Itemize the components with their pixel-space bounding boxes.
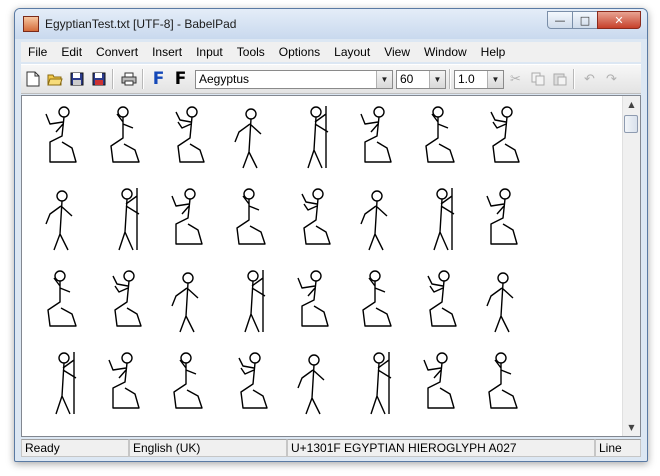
hieroglyph-a009-icon[interactable] [36, 184, 86, 256]
hieroglyph-a003-icon[interactable] [162, 102, 212, 174]
scroll-up-arrow-icon[interactable]: ▲ [623, 96, 640, 113]
menu-convert[interactable]: Convert [89, 45, 145, 59]
undo-icon[interactable]: ↶ [579, 69, 600, 90]
document-editor[interactable]: ▲ ▼ [21, 95, 641, 437]
hieroglyph-a007-icon[interactable] [414, 102, 464, 174]
hieroglyph-a012-icon[interactable] [225, 184, 275, 256]
menu-window[interactable]: Window [417, 45, 474, 59]
hieroglyph-a021-icon[interactable] [288, 266, 338, 338]
hieroglyph-a028-icon[interactable] [225, 348, 275, 420]
chevron-down-icon[interactable]: ▼ [487, 70, 503, 88]
hieroglyph-row [36, 348, 540, 420]
font-name-combo[interactable]: Aegyptus ▼ [195, 69, 393, 89]
font-blue-icon[interactable]: F [148, 69, 169, 90]
toolbar-separator [112, 69, 114, 89]
chevron-down-icon[interactable]: ▼ [429, 70, 445, 88]
save-all-icon[interactable] [88, 69, 109, 90]
status-character-info: U+1301F EGYPTIAN HIEROGLYPH A027 [287, 439, 595, 457]
font-name-value: Aegyptus [199, 72, 250, 86]
font-black-icon[interactable]: F [170, 69, 191, 90]
hieroglyph-a020-icon[interactable] [225, 266, 275, 338]
hieroglyph-a011-icon[interactable] [162, 184, 212, 256]
hieroglyph-a032-icon[interactable] [477, 348, 527, 420]
scroll-thumb[interactable] [624, 115, 638, 133]
hieroglyph-a031-icon[interactable] [414, 348, 464, 420]
hieroglyph-a006-icon[interactable] [351, 102, 401, 174]
hieroglyph-a016-icon[interactable] [477, 184, 527, 256]
hieroglyph-a018-icon[interactable] [99, 266, 149, 338]
menu-file[interactable]: File [21, 45, 54, 59]
hieroglyph-a010-icon[interactable] [99, 184, 149, 256]
hieroglyph-row [36, 184, 540, 256]
hieroglyph-a017-icon[interactable] [36, 266, 86, 338]
hieroglyph-row [36, 266, 540, 338]
hieroglyph-a002-icon[interactable] [99, 102, 149, 174]
redo-icon[interactable]: ↷ [601, 69, 622, 90]
menu-bar: File Edit Convert Insert Input Tools Options La… [21, 42, 641, 62]
toolbar-separator [449, 69, 451, 89]
print-icon[interactable] [118, 69, 139, 90]
menu-view[interactable]: View [377, 45, 417, 59]
hieroglyph-a025-icon[interactable] [36, 348, 86, 420]
hieroglyph-a004-icon[interactable] [225, 102, 275, 174]
app-window: EgyptianTest.txt [UTF-8] - BabelPad — □ … [14, 8, 648, 462]
hieroglyph-row [36, 102, 540, 174]
line-spacing-combo[interactable]: 1.0 ▼ [454, 69, 504, 89]
vertical-scrollbar[interactable]: ▲ ▼ [622, 96, 640, 436]
hieroglyph-text-area[interactable] [36, 102, 626, 432]
menu-help[interactable]: Help [474, 45, 513, 59]
menu-insert[interactable]: Insert [145, 45, 189, 59]
minimize-button[interactable]: — [547, 11, 573, 29]
hieroglyph-a015-icon[interactable] [414, 184, 464, 256]
hieroglyph-a023-icon[interactable] [414, 266, 464, 338]
chevron-down-icon[interactable]: ▼ [376, 70, 392, 88]
open-folder-icon[interactable] [44, 69, 65, 90]
toolbar-separator [142, 69, 144, 89]
hieroglyph-a008-icon[interactable] [477, 102, 527, 174]
hieroglyph-a027-icon[interactable] [162, 348, 212, 420]
status-bar: Ready English (UK) U+1301F EGYPTIAN HIER… [21, 439, 641, 457]
status-ready: Ready [21, 439, 129, 457]
font-size-value: 60 [400, 72, 414, 86]
font-size-combo[interactable]: 60 ▼ [396, 69, 446, 89]
hieroglyph-a001-icon[interactable] [36, 102, 86, 174]
hieroglyph-a013-icon[interactable] [288, 184, 338, 256]
babelpad-app-icon[interactable] [23, 16, 39, 32]
menu-tools[interactable]: Tools [230, 45, 272, 59]
paste-icon[interactable] [549, 69, 570, 90]
hieroglyph-a029-icon[interactable] [288, 348, 338, 420]
hieroglyph-a024-icon[interactable] [477, 266, 527, 338]
hieroglyph-a019-icon[interactable] [162, 266, 212, 338]
maximize-button[interactable]: □ [572, 11, 598, 29]
toolbar: F F Aegyptus ▼ 60 ▼ 1.0 ▼ ✂ ↶ ↷ [21, 64, 641, 94]
copy-icon[interactable] [527, 69, 548, 90]
toolbar-separator [573, 69, 575, 89]
line-spacing-value: 1.0 [458, 72, 475, 86]
hieroglyph-a014-icon[interactable] [351, 184, 401, 256]
menu-edit[interactable]: Edit [54, 45, 89, 59]
status-line: Line [595, 439, 641, 457]
hieroglyph-a030-icon[interactable] [351, 348, 401, 420]
new-file-icon[interactable] [22, 69, 43, 90]
hieroglyph-a026-icon[interactable] [99, 348, 149, 420]
scroll-down-arrow-icon[interactable]: ▼ [623, 419, 640, 436]
hieroglyph-a022-icon[interactable] [351, 266, 401, 338]
close-button[interactable]: ✕ [597, 11, 641, 29]
window-title: EgyptianTest.txt [UTF-8] - BabelPad [45, 17, 237, 31]
hieroglyph-a005-icon[interactable] [288, 102, 338, 174]
cut-icon[interactable]: ✂ [505, 69, 526, 90]
save-icon[interactable] [66, 69, 87, 90]
menu-layout[interactable]: Layout [327, 45, 377, 59]
menu-input[interactable]: Input [189, 45, 230, 59]
status-language: English (UK) [129, 439, 287, 457]
title-bar[interactable]: EgyptianTest.txt [UTF-8] - BabelPad — □ … [15, 9, 647, 39]
menu-options[interactable]: Options [272, 45, 327, 59]
